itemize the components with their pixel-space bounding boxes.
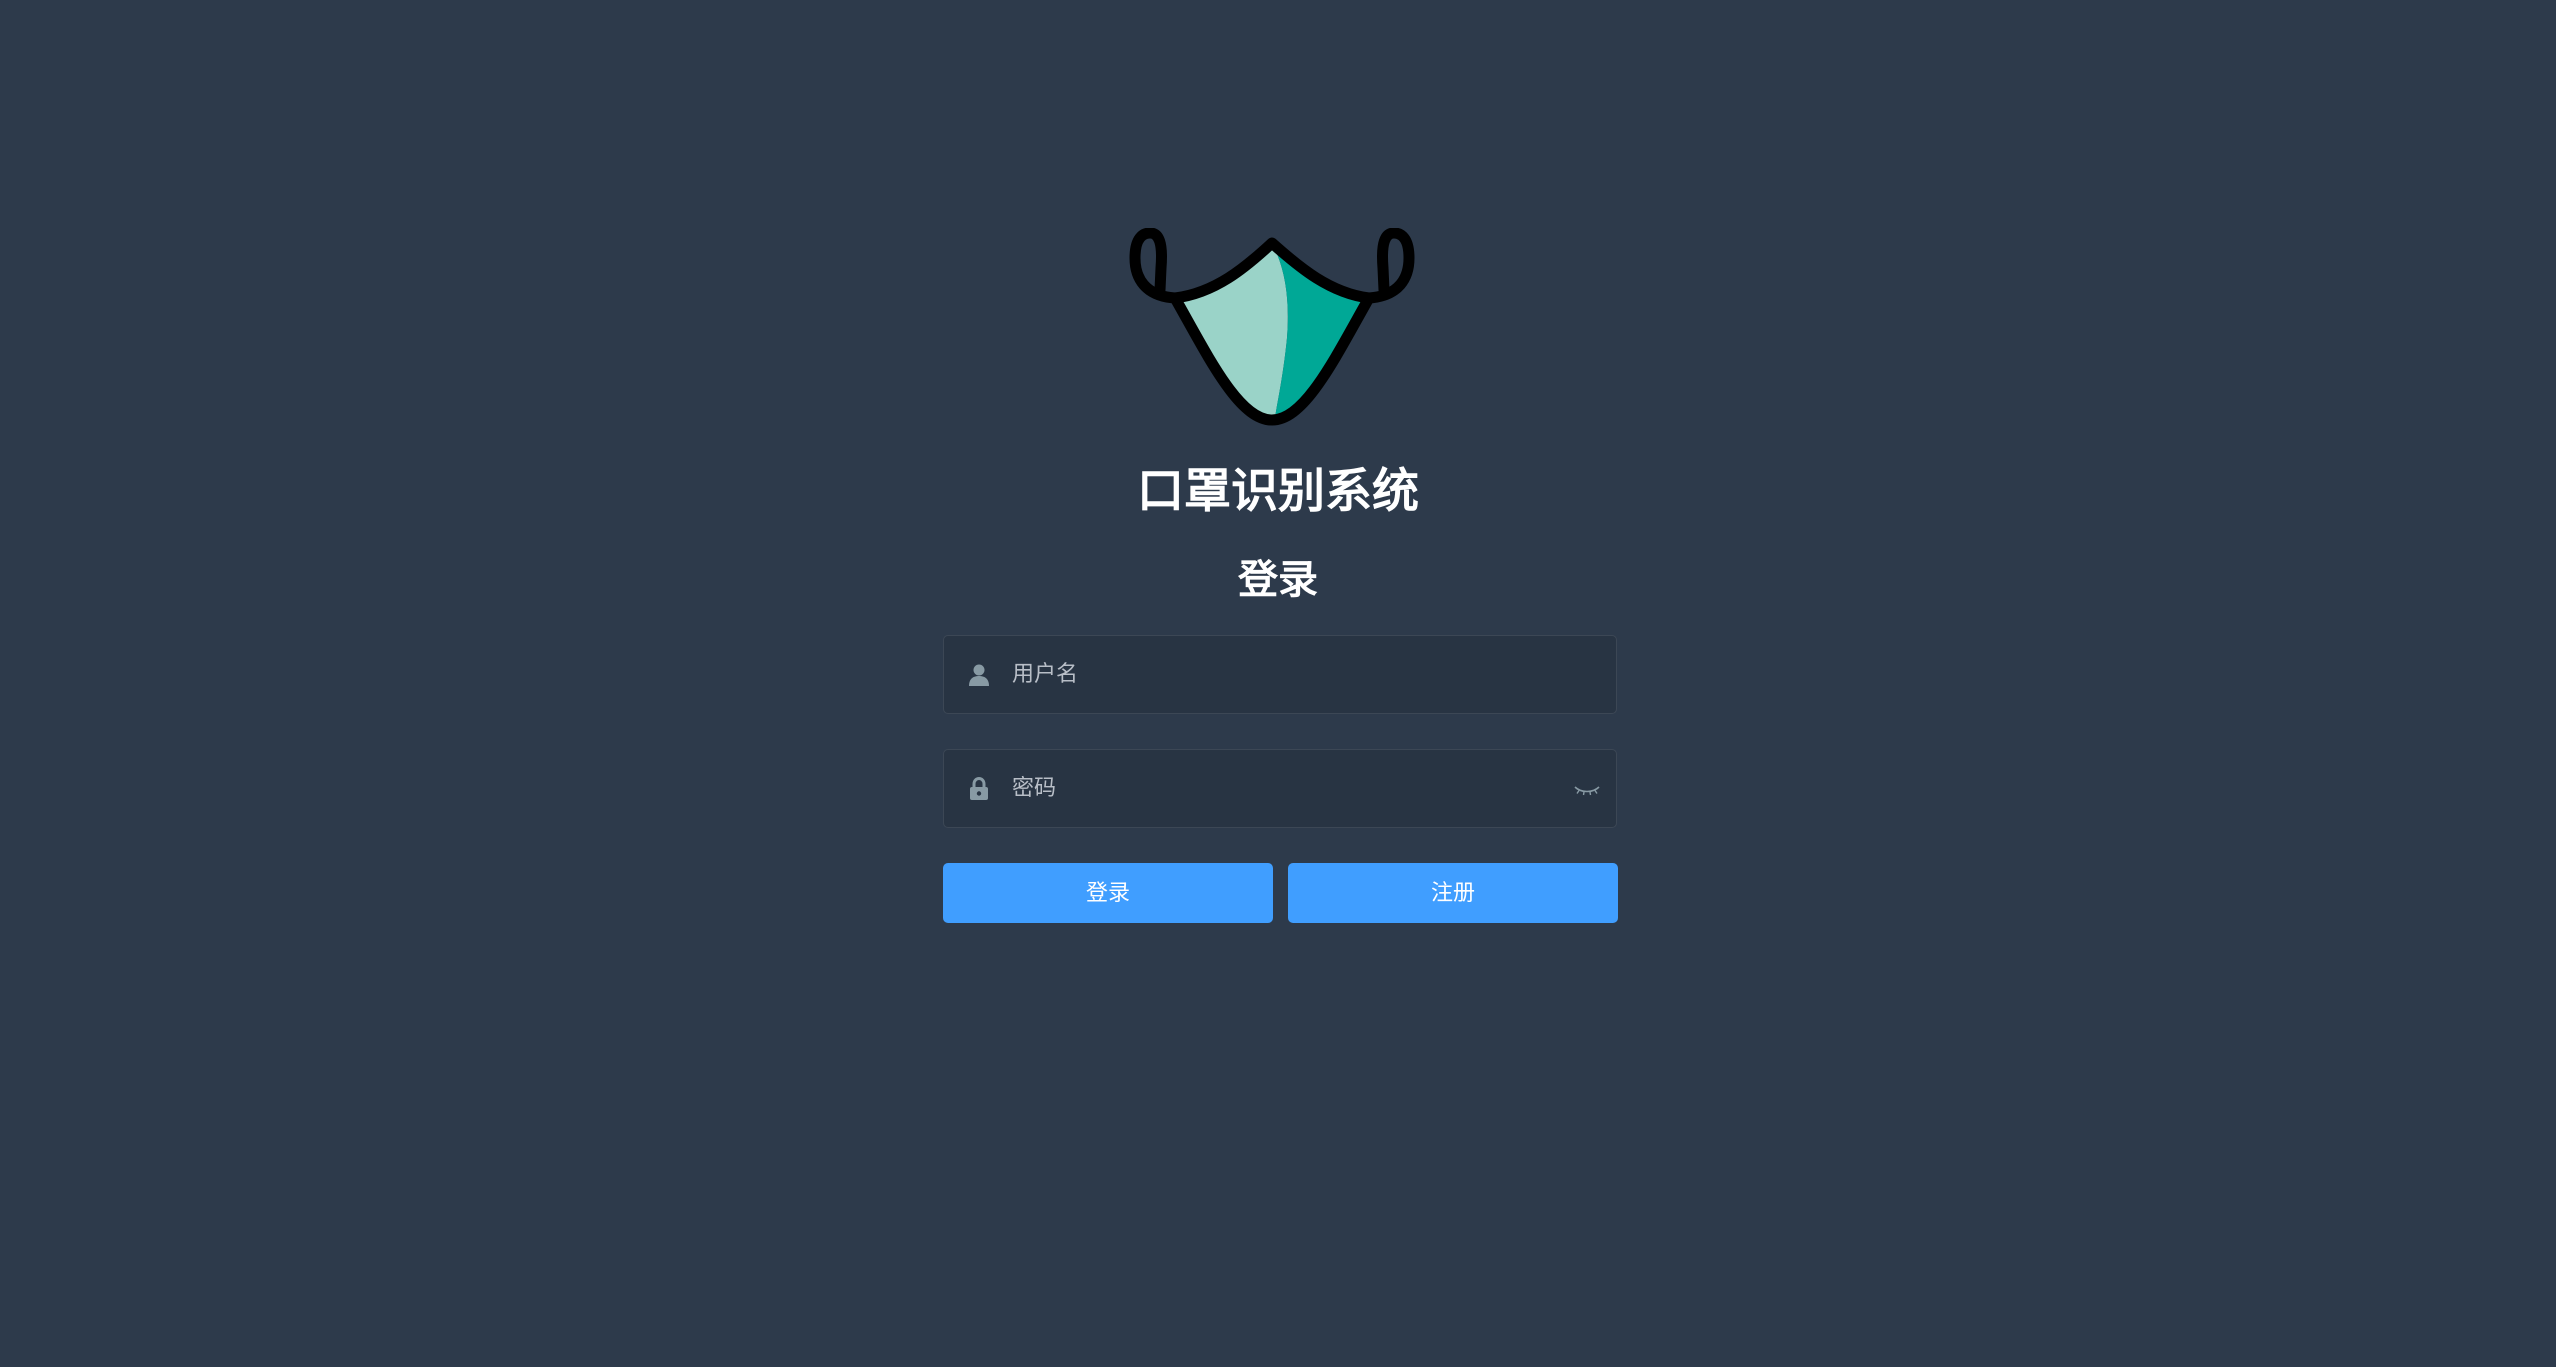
username-input[interactable] bbox=[1012, 636, 1552, 713]
login-page: 口罩识别系统 登录 登录 注册 bbox=[0, 0, 2556, 1367]
form-title: 登录 bbox=[1238, 557, 1318, 603]
lock-icon bbox=[970, 776, 988, 800]
password-field bbox=[943, 749, 1617, 828]
register-button[interactable]: 注册 bbox=[1288, 863, 1618, 923]
password-input[interactable] bbox=[1012, 750, 1552, 827]
eye-closed-icon[interactable] bbox=[1572, 776, 1602, 802]
login-button[interactable]: 登录 bbox=[943, 863, 1273, 923]
username-field bbox=[943, 635, 1617, 714]
app-title: 口罩识别系统 bbox=[1137, 464, 1419, 519]
user-icon bbox=[969, 664, 989, 686]
face-mask-icon bbox=[1129, 228, 1415, 426]
